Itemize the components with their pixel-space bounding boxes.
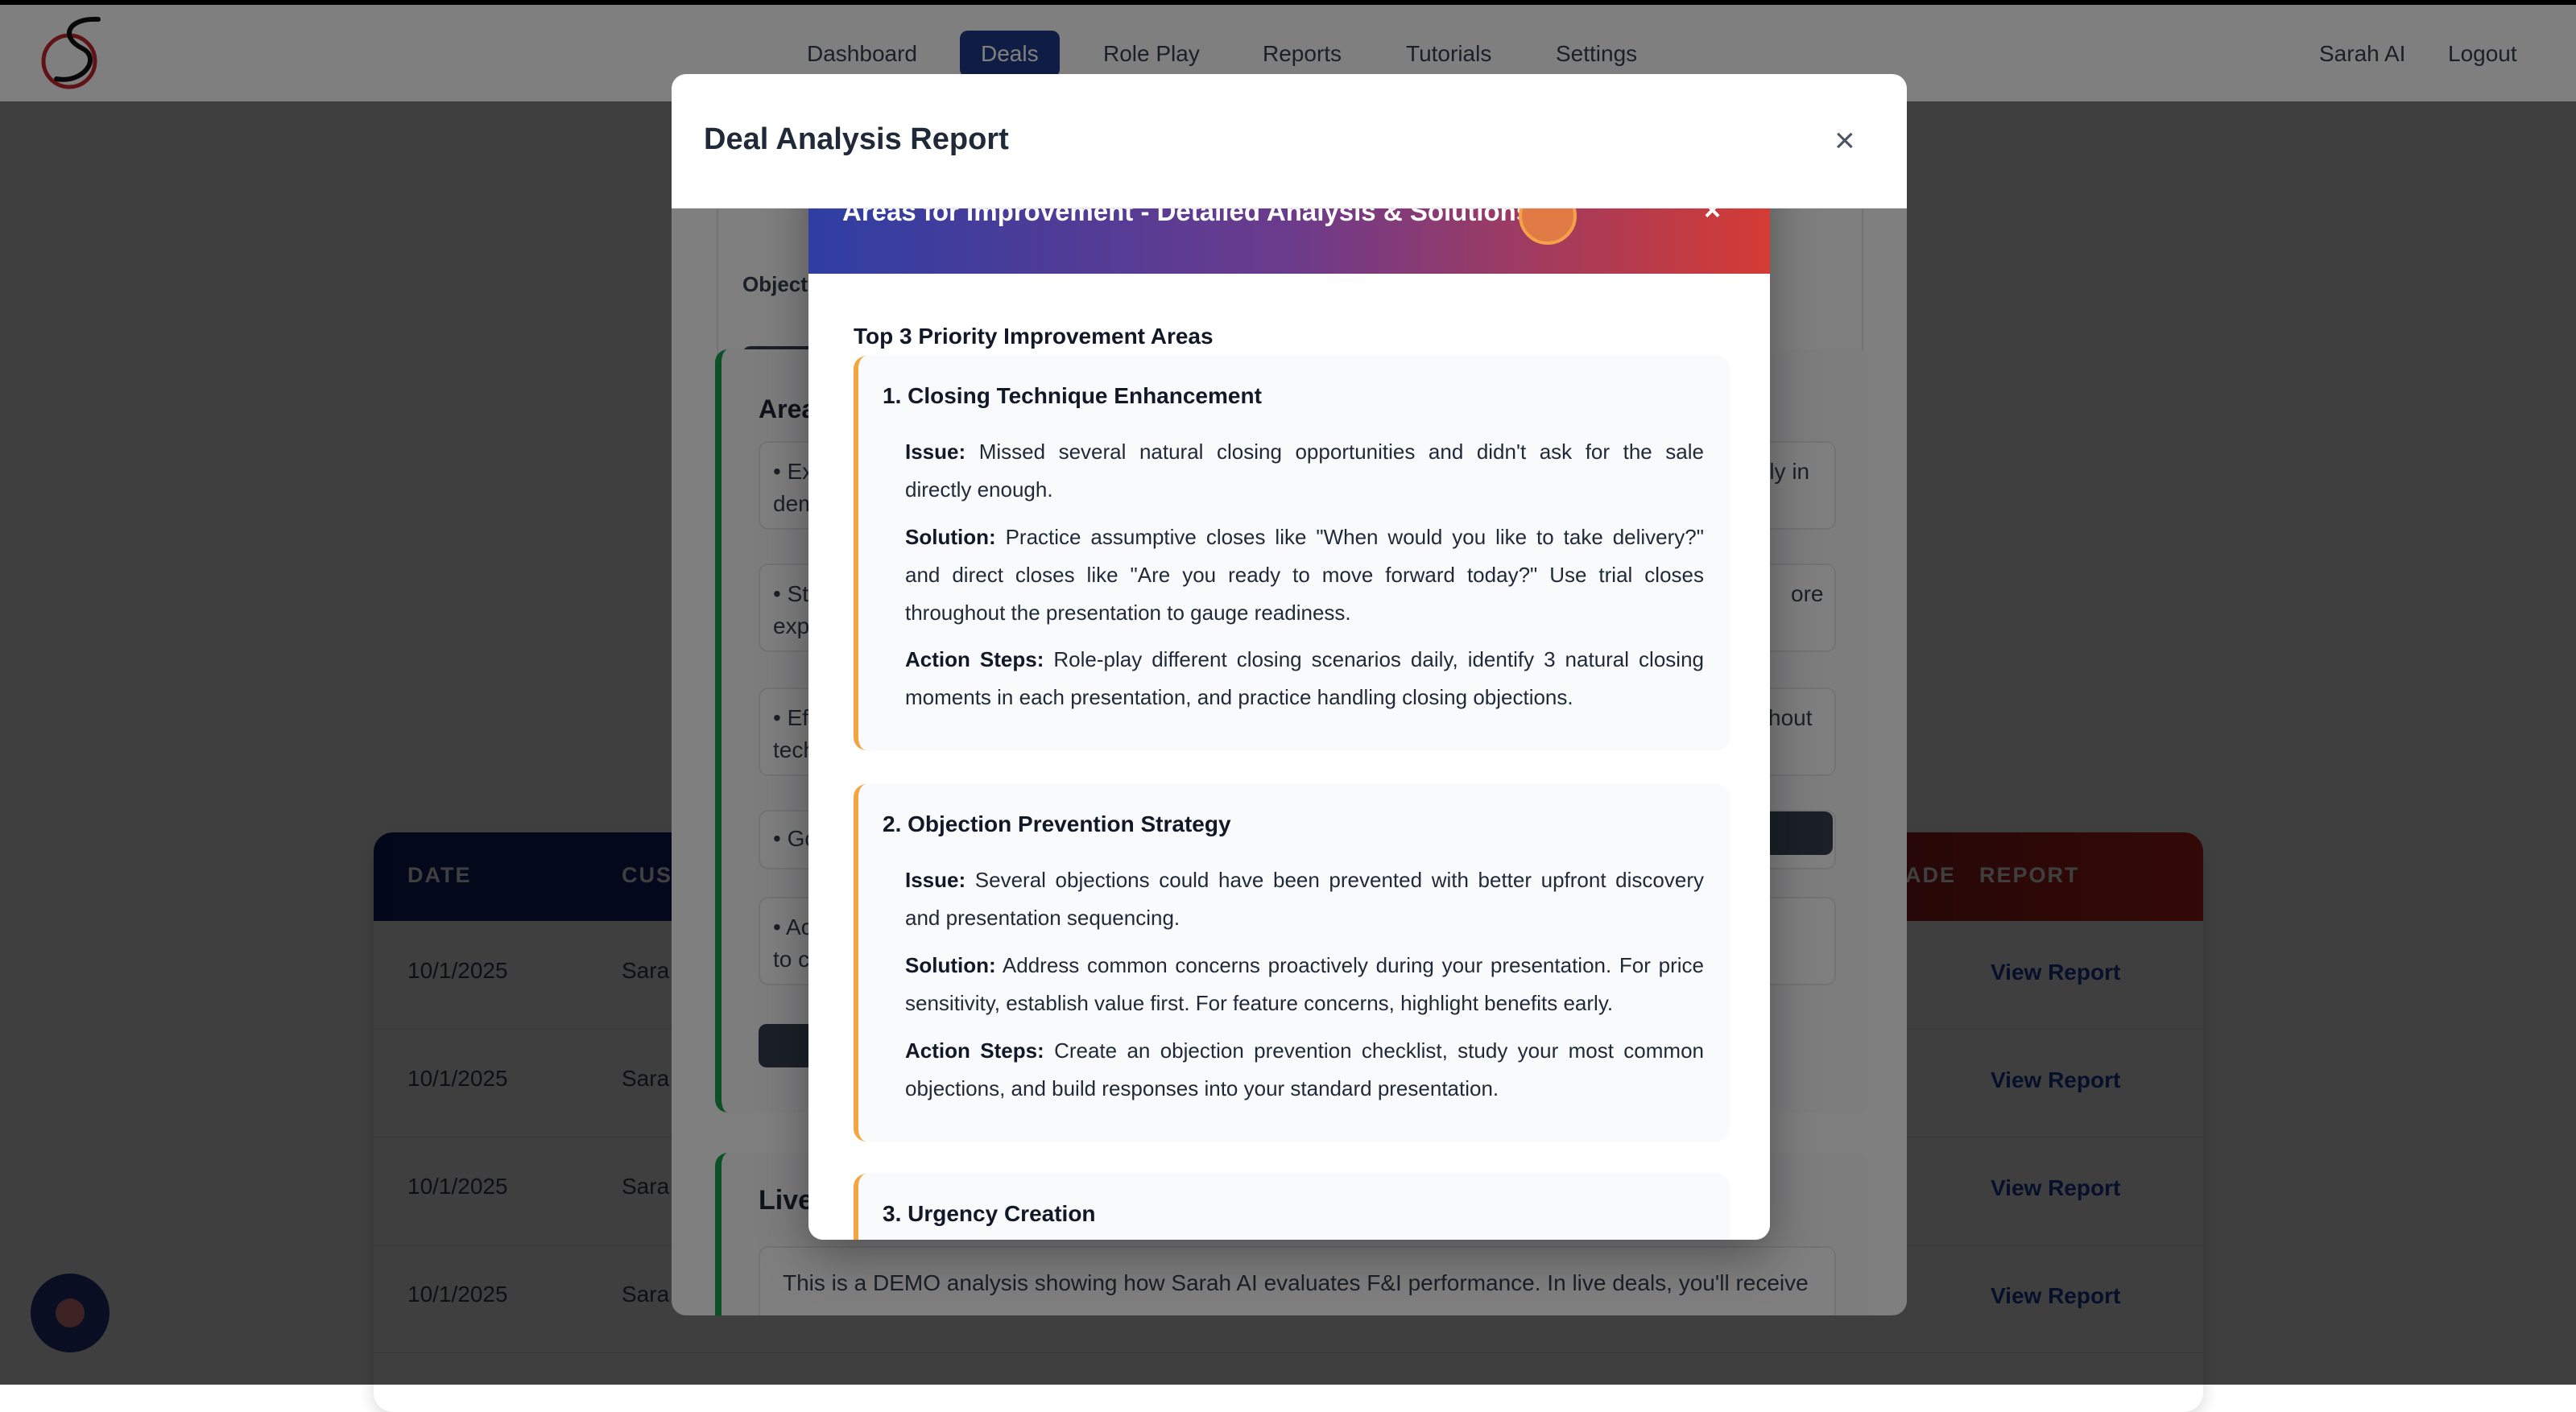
solution-text: throughout the presentation to gauge rea… [905,601,1351,625]
close-icon[interactable]: × [1834,121,1855,161]
improvement-area-card: 2. Objection Prevention Strategy Issue: … [854,784,1730,1142]
action-steps-text: moments in each presentation, and practi… [905,685,1573,709]
improvement-area-card: 1. Closing Technique Enhancement Issue: … [854,356,1730,750]
issue-text: and presentation sequencing. [905,906,1180,930]
issue-paragraph: Issue: Missed several natural closing op… [905,433,1704,509]
solution-text: sensitivity, establish value first. For … [905,991,1614,1015]
action-steps-text: Role-play different closing scenarios da… [1053,647,1704,671]
report-modal-header: Deal Analysis Report × [672,74,1907,208]
solution-text: Practice assumptive closes like "When wo… [1005,525,1704,549]
action-steps-text: objections, and build responses into you… [905,1076,1499,1100]
solution-text: Address common concerns proactively duri… [1002,953,1704,977]
issue-paragraph: Issue: Several objections could have bee… [905,861,1704,937]
improvement-modal-body[interactable]: Top 3 Priority Improvement Areas 1. Clos… [808,274,1770,1240]
improvement-area-title: 1. Closing Technique Enhancement [883,383,1262,408]
action-steps-paragraph: Action Steps: Create an objection preven… [905,1032,1704,1108]
improvement-details-modal: Areas for Improvement - Detailed Analysi… [808,148,1770,1240]
solution-text: and direct closes like "Are you ready to… [905,563,1704,587]
issue-text: Missed several natural closing opportuni… [978,440,1704,464]
action-steps-label: Action Steps: [905,647,1044,671]
report-modal-title: Deal Analysis Report [704,122,1009,156]
action-steps-paragraph: Action Steps: Role-play different closin… [905,641,1704,716]
action-steps-label: Action Steps: [905,1038,1044,1063]
issue-text: directly enough. [905,477,1053,502]
solution-label: Solution: [905,525,996,549]
issue-text: Several objections could have been preve… [974,868,1704,892]
priority-areas-title: Top 3 Priority Improvement Areas [854,324,1214,349]
issue-label: Issue: [905,868,966,892]
improvement-area-card: 3. Urgency Creation [854,1174,1730,1240]
action-steps-text: Create an objection prevention checklist… [1054,1038,1704,1063]
solution-paragraph: Solution: Address common concerns proact… [905,947,1704,1022]
issue-label: Issue: [905,440,966,464]
solution-label: Solution: [905,953,996,977]
improvement-area-title: 2. Objection Prevention Strategy [883,811,1231,836]
solution-paragraph: Solution: Practice assumptive closes lik… [905,518,1704,632]
improvement-area-title: 3. Urgency Creation [883,1201,1096,1226]
